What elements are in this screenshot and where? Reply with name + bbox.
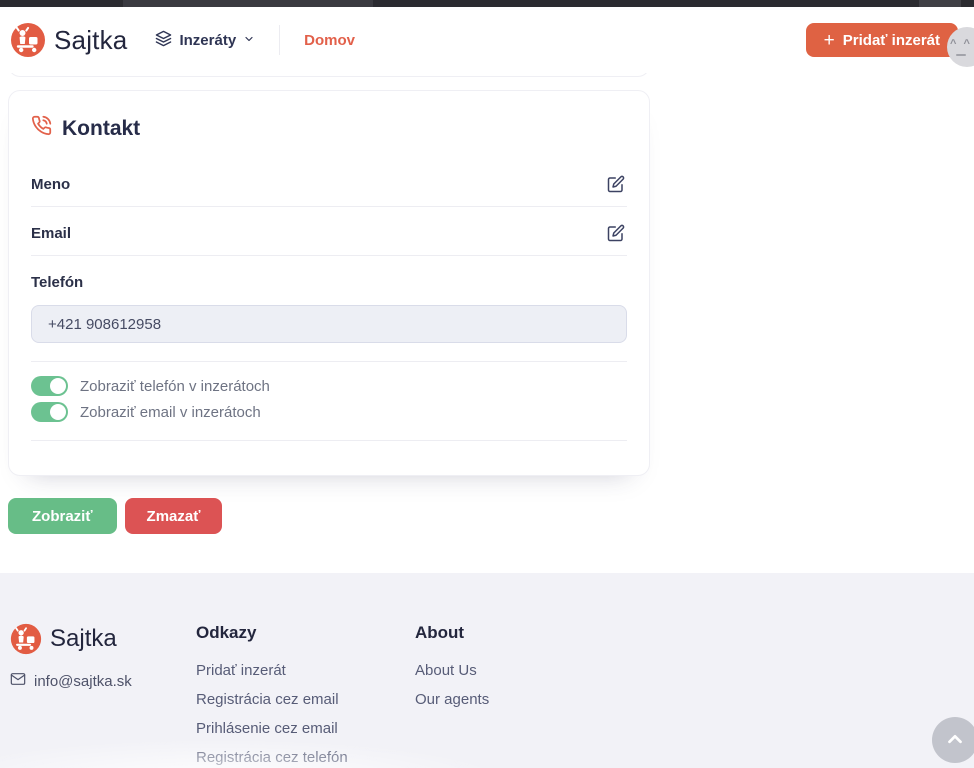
phone-call-icon xyxy=(31,115,52,142)
layers-icon xyxy=(155,30,172,51)
footer-link-pridat-inzerat[interactable]: Pridať inzerát xyxy=(196,662,415,679)
user-avatar[interactable]: ^ ^ xyxy=(947,27,974,67)
email-label: Email xyxy=(31,225,71,242)
toggle-show-email-label: Zobraziť email v inzerátoch xyxy=(80,404,261,421)
show-button[interactable]: Zobraziť xyxy=(8,498,117,534)
footer-brand-column: Sajtka info@sajtka.sk xyxy=(10,623,196,768)
footer-link-about-us[interactable]: About Us xyxy=(415,662,489,679)
footer-link-registracia-telefon[interactable]: Registrácia cez telefón xyxy=(196,749,415,766)
phone-label: Telefón xyxy=(31,256,627,305)
add-listing-label: Pridať inzerát xyxy=(843,32,940,49)
toggle-show-email[interactable] xyxy=(31,402,68,422)
contact-card-title: Kontakt xyxy=(31,115,627,142)
brand-home-link[interactable]: Sajtka xyxy=(10,22,127,58)
email-row: Email xyxy=(31,207,627,255)
footer-link-registracia-email[interactable]: Registrácia cez email xyxy=(196,691,415,708)
edit-email-button[interactable] xyxy=(607,224,625,242)
brand-name: Sajtka xyxy=(54,25,127,56)
toggle-show-phone[interactable] xyxy=(31,376,68,396)
chevron-up-icon xyxy=(944,729,966,751)
nav-inzeraty-label: Inzeráty xyxy=(179,32,236,49)
chevron-down-icon xyxy=(243,32,255,49)
footer-links-heading: Odkazy xyxy=(196,623,415,643)
footer-about-heading: About xyxy=(415,623,489,643)
avatar-mouth xyxy=(956,54,966,56)
site-footer: Sajtka info@sajtka.sk Odkazy Pridať inze… xyxy=(0,573,974,768)
window-chrome-bar xyxy=(0,0,974,7)
contact-card: Kontakt Meno Email Telefón xyxy=(8,90,650,476)
sajtka-logo-icon xyxy=(10,22,46,58)
edit-name-button[interactable] xyxy=(607,175,625,193)
avatar-face: ^ ^ xyxy=(950,39,974,50)
nav-inzeraty-dropdown[interactable]: Inzeráty xyxy=(155,30,255,51)
footer-brand-link[interactable]: Sajtka xyxy=(10,623,196,655)
name-label: Meno xyxy=(31,176,70,193)
page-actions: Zobraziť Zmazať xyxy=(8,498,966,534)
site-header: Sajtka Inzeráty Domov + Pridať inzer xyxy=(0,7,974,73)
toggle-row-email: Zobraziť email v inzerátoch xyxy=(31,399,627,425)
footer-link-our-agents[interactable]: Our agents xyxy=(415,691,489,708)
visibility-toggles: Zobraziť telefón v inzerátoch Zobraziť e… xyxy=(31,362,627,440)
header-right: + Pridať inzerát xyxy=(806,23,958,57)
footer-brand-name: Sajtka xyxy=(50,625,117,653)
divider xyxy=(31,440,627,441)
sajtka-logo-icon xyxy=(10,623,42,655)
footer-about-column: About About Us Our agents xyxy=(415,623,489,768)
name-row: Meno xyxy=(31,158,627,206)
delete-button[interactable]: Zmazať xyxy=(125,498,223,534)
edit-icon xyxy=(607,175,625,193)
nav-domov-link[interactable]: Domov xyxy=(304,32,355,49)
edit-icon xyxy=(607,224,625,242)
mail-icon xyxy=(10,671,26,691)
footer-links-column: Odkazy Pridať inzerát Registrácia cez em… xyxy=(196,623,415,768)
phone-input[interactable] xyxy=(31,305,627,343)
scroll-to-top-button[interactable] xyxy=(932,717,974,763)
nav-divider xyxy=(279,25,280,55)
contact-card-title-text: Kontakt xyxy=(62,117,140,141)
toggle-row-phone: Zobraziť telefón v inzerátoch xyxy=(31,373,627,399)
footer-email-text: info@sajtka.sk xyxy=(34,673,132,690)
toggle-show-phone-label: Zobraziť telefón v inzerátoch xyxy=(80,378,270,395)
footer-link-prihlasenie-email[interactable]: Prihlásenie cez email xyxy=(196,720,415,737)
plus-icon: + xyxy=(824,31,835,50)
main-content: Kontakt Meno Email Telefón xyxy=(0,59,974,534)
add-listing-button[interactable]: + Pridať inzerát xyxy=(806,23,958,57)
main-nav: Inzeráty Domov xyxy=(155,25,355,55)
window-chrome-segment xyxy=(123,0,373,7)
footer-email[interactable]: info@sajtka.sk xyxy=(10,671,196,691)
window-chrome-segment xyxy=(919,0,961,7)
